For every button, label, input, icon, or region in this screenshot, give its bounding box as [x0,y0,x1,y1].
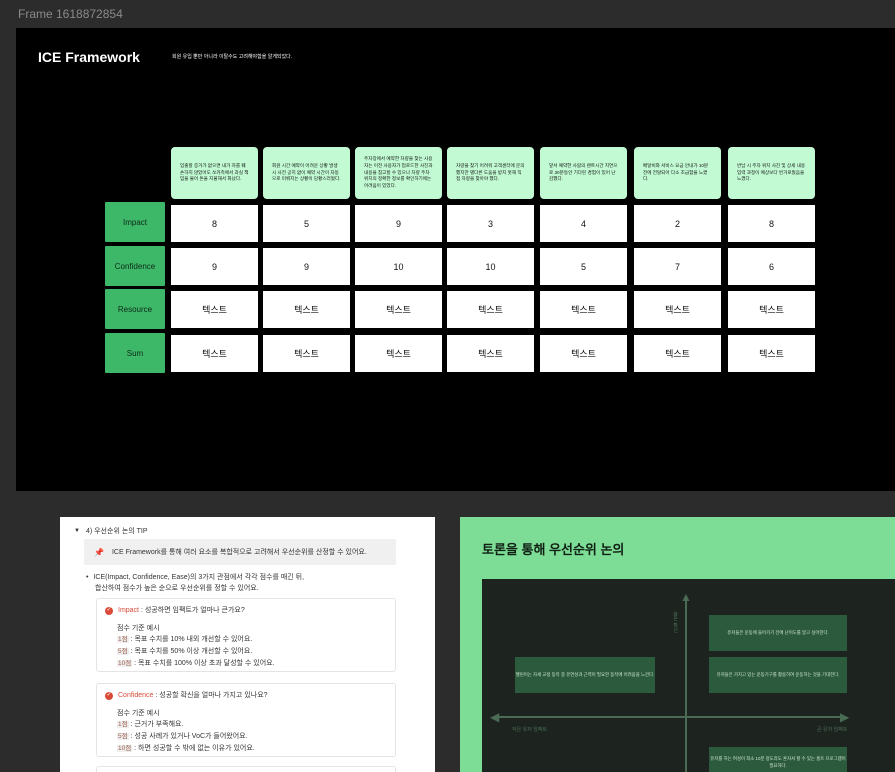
confidence-cell: 9 [263,248,350,285]
sum-cell: 텍스트 [728,335,815,372]
page-title: ICE Framework [38,49,140,65]
problem-card: 앞서 예약한 사람의 렌트시간 지연으로 30분동안 기다린 경험이 있어 난감… [540,147,627,199]
resource-cell: 텍스트 [728,291,815,328]
problem-card: 반납 시 주차 위치 사진 및 상세 내용 입력 과정이 예상보다 번거로웠음을… [728,147,815,199]
resource-cell: 텍스트 [447,291,534,328]
axis-label-right: 큰 유저 임팩트 [817,727,848,733]
priority-matrix: ▲ ◀ ▶ 높은 확신 작은 유저 임팩트 큰 유저 임팩트 유저들은 운동에 … [482,579,895,772]
row-label-impact: Impact [105,202,165,242]
score-badge: 1점 [117,721,129,729]
sum-cell: 텍스트 [447,335,534,372]
example-title: 점수 기준 예시 [117,709,160,717]
resource-cell: 텍스트 [355,291,442,328]
confidence-cell: 5 [540,248,627,285]
example-text: : 목표 수치를 10% 내외 개선할 수 있어요. [128,636,253,644]
score-badge: 10점 [117,659,133,667]
example-text: : 목표 수치를 50% 이상 개선할 수 있어요. [128,647,253,655]
sum-cell: 텍스트 [634,335,721,372]
example-line: 5점 : 목표 수치를 50% 이상 개선할 수 있어요. [105,646,387,658]
problem-card: 차량을 찾기 어려워 고객센터에 문의했지만 별다른 도움을 받지 못해 직접 … [447,147,534,199]
criteria-name: Confidence [118,692,154,699]
discussion-title: 토론을 통해 우선순위 논의 [482,542,625,557]
horizontal-axis [496,716,844,718]
confidence-cell: 10 [355,248,442,285]
confidence-cell: 9 [171,248,258,285]
confidence-cell: 7 [634,248,721,285]
tips-panel: ▼ 4) 우선순위 논의 TIP 📌 ICE Framework를 통해 여러 … [60,517,435,772]
impact-cell: 9 [355,205,442,242]
example-text: : 하면 성공할 수 밖에 없는 이유가 있어요. [132,744,255,752]
score-badge: 10점 [117,744,133,752]
problem-card: 입출할 증거가 없으면 내가 차를 훼손하지 않았어도 쏘카측에서 과실 책임을… [171,147,258,199]
toggle-header[interactable]: ▼ 4) 우선순위 논의 TIP [74,526,148,536]
confidence-cell: 10 [447,248,534,285]
frame-label[interactable]: Frame 1618872854 [18,7,123,21]
score-badge: 5점 [117,732,129,740]
example-title: 점수 기준 예시 [117,624,160,632]
bullet-item: • ICE(Impact, Confidence, Ease)의 3가지 관점에서… [86,573,304,595]
callout: 📌 ICE Framework를 통해 여러 요소를 복합적으로 고려해서 우선… [84,539,396,565]
row-label-resource: Resource [105,289,165,329]
axis-label-left: 작은 유저 임팩트 [512,727,547,733]
sum-cell: 텍스트 [263,335,350,372]
criteria-question: : 성공하면 임팩트가 얼마나 큰가요? [139,607,245,614]
matrix-note[interactable]: 헬린이는 자세 교정 동작 중 유연성과 근력이 필요한 동작에 어려움을 느낀… [515,657,655,693]
ice-framework-frame: ICE Framework 회원 유입 뿐만 아니라 이탈수도 고려해야함을 알… [16,28,895,491]
impact-cell: 4 [540,205,627,242]
triangle-down-icon[interactable]: ▼ [74,528,80,534]
sum-cell: 텍스트 [355,335,442,372]
confidence-cell: 6 [728,248,815,285]
bullet-dot-icon: • [86,574,89,581]
problem-card: 회원 시간 예약이 어려운 상황 발생 시 사전 공지 없이 예약 시간이 자동… [263,147,350,199]
arrow-up-icon: ▲ [680,590,692,604]
check-circle-icon: ✓ [105,691,113,700]
impact-cell: 8 [171,205,258,242]
row-label-confidence: Confidence [105,246,165,286]
toggle-title: 4) 우선순위 논의 TIP [85,528,148,535]
sum-cell: 텍스트 [171,335,258,372]
arrow-left-icon: ◀ [490,710,500,724]
row-label-sum: Sum [105,333,165,373]
score-badge: 1점 [117,636,129,644]
example-line: 1점 : 근거가 부족해요. [105,719,387,731]
bullet-text-line: 합산하여 점수가 높은 순으로 우선순위를 정할 수 있어요. [95,584,259,592]
check-circle-icon: ✓ [105,606,113,615]
pushpin-icon: 📌 [94,547,104,557]
criteria-box-next [96,766,396,772]
sum-cell: 텍스트 [540,335,627,372]
impact-cell: 3 [447,205,534,242]
axis-label-top: 높은 확신 [672,611,678,633]
resource-cell: 텍스트 [634,291,721,328]
resource-cell: 텍스트 [171,291,258,328]
example-line: 1점 : 목표 수치를 10% 내외 개선할 수 있어요. [105,634,387,646]
example-line: 10점 : 하면 성공할 수 밖에 없는 이유가 있어요. [105,743,387,755]
impact-cell: 5 [263,205,350,242]
matrix-note[interactable]: 유저를 하는 여성이 최소 10분 정도라도 혼자서 할 수 있는 홈트 프로그… [709,747,847,772]
example-text: : 목표 수치를 100% 이상 초과 달성할 수 있어요. [132,659,275,667]
criteria-box-impact: ✓ Impact : 성공하면 임팩트가 얼마나 큰가요? 점수 기준 예시 1점… [96,598,396,672]
impact-cell: 8 [728,205,815,242]
problem-card: 주차장에서 예약한 차량을 찾는 사용자는 이전 사용자가 업로드한 사진과 내… [355,147,442,199]
impact-cell: 2 [634,205,721,242]
example-line: 10점 : 목표 수치를 100% 이상 초과 달성할 수 있어요. [105,658,387,670]
matrix-note[interactable]: 유저들은 가지고 있는 운동기구를 활용하여 운동하는 것을 기대한다. [709,657,847,693]
criteria-box-confidence: ✓ Confidence : 성공할 확신을 얼마나 가지고 있나요? 점수 기준… [96,683,396,757]
discussion-panel: 토론을 통해 우선순위 논의 ▲ ◀ ▶ 높은 확신 작은 유저 임팩트 큰 유… [460,517,895,772]
resource-cell: 텍스트 [263,291,350,328]
callout-text: ICE Framework를 통해 여러 요소를 복합적으로 고려해서 우선순위… [111,549,367,556]
bullet-text-line: ICE(Impact, Confidence, Ease)의 3가지 관점에서 … [93,574,305,581]
arrow-right-icon: ▶ [840,710,850,724]
matrix-note[interactable]: 유저들은 운동에 들어가기 전에 난이도를 알고 싶어한다. [709,615,847,651]
vertical-axis [685,601,687,772]
criteria-question: : 성공할 확신을 얼마나 가지고 있나요? [153,692,268,699]
example-text: : 근거가 부족해요. [128,721,184,729]
criteria-name: Impact [118,607,140,614]
score-badge: 5점 [117,647,129,655]
resource-cell: 텍스트 [540,291,627,328]
problem-card: 배달비와 서비스 요금 안내가 10분 전에 전달되어 다소 조급함을 느꼈다. [634,147,721,199]
example-text: : 성공 사례가 있거나 VoC가 들어왔어요. [128,732,248,740]
example-line: 5점 : 성공 사례가 있거나 VoC가 들어왔어요. [105,731,387,743]
page-subtitle: 회원 유입 뿐만 아니라 이탈수도 고려해야함을 알게되었다. [172,54,293,60]
